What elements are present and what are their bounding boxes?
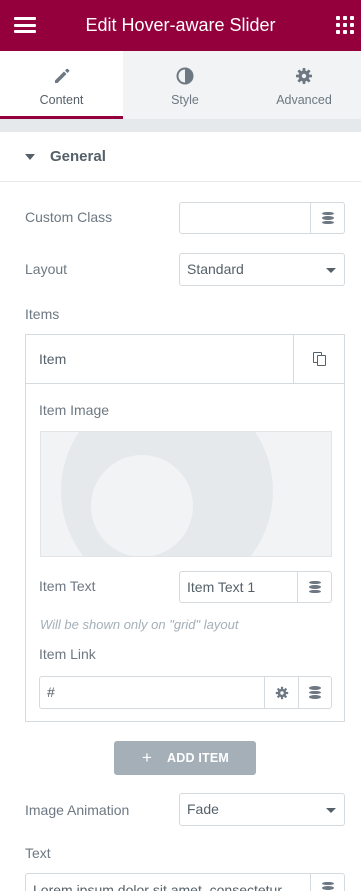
panel-title: Edit Hover-aware Slider (85, 15, 276, 35)
tab-style-label: Style (171, 93, 199, 107)
grid-icon[interactable] (336, 16, 354, 34)
panel-separator (0, 119, 361, 132)
repeater-item-title: Item (39, 351, 67, 367)
pencil-icon (54, 68, 69, 83)
image-animation-label: Image Animation (25, 802, 130, 818)
custom-class-label: Custom Class (25, 209, 113, 225)
image-animation-select[interactable]: Fade (179, 793, 345, 826)
duplicate-item-button[interactable] (293, 335, 344, 384)
item-link-input[interactable]: # (39, 676, 332, 709)
dynamic-tags-button[interactable] (297, 572, 331, 602)
custom-class-input[interactable] (179, 202, 345, 234)
chevron-down-icon (326, 268, 336, 273)
section-general-toggle[interactable]: General (0, 132, 361, 182)
item-image-label: Item Image (39, 402, 110, 418)
items-repeater: Item Item Image Item Text Item Text 1 Wi… (25, 334, 345, 722)
dynamic-tags-button[interactable] (310, 203, 344, 233)
tab-content-label: Content (39, 93, 84, 107)
text-textarea-value: Lorem ipsum dolor sit amet, consectetur (33, 882, 282, 891)
items-label: Items (25, 306, 60, 322)
half-circle-icon (176, 67, 194, 85)
dynamic-tags-button[interactable] (298, 677, 331, 708)
section-title: General (50, 148, 106, 165)
panel-tabs: Content Style Advanced (0, 51, 361, 119)
tab-content[interactable]: Content (0, 51, 123, 119)
item-link-label: Item Link (39, 646, 96, 662)
chevron-down-icon (326, 808, 336, 813)
item-text-input[interactable]: Item Text 1 (179, 571, 332, 603)
gear-icon (275, 686, 288, 699)
database-icon (321, 881, 334, 891)
repeater-item-header[interactable]: Item (26, 335, 344, 384)
caret-down-icon (25, 154, 35, 160)
item-link-value: # (47, 684, 55, 700)
image-placeholder-circle (91, 455, 193, 556)
layout-select[interactable]: Standard (179, 253, 345, 286)
plus-icon: + (142, 748, 152, 767)
dynamic-tags-button[interactable] (310, 874, 344, 891)
item-text-help: Will be shown only on "grid" layout (40, 617, 239, 632)
text-label: Text (25, 845, 51, 861)
text-textarea[interactable]: Lorem ipsum dolor sit amet, consectetur (25, 873, 345, 891)
add-item-label: ADD ITEM (167, 751, 230, 765)
add-item-button[interactable]: + ADD ITEM (114, 741, 256, 775)
database-icon (321, 211, 334, 225)
database-icon (309, 686, 321, 699)
editor-header: Edit Hover-aware Slider (0, 0, 361, 51)
layout-label: Layout (25, 261, 68, 277)
item-text-value: Item Text 1 (187, 579, 256, 595)
database-icon (308, 580, 321, 594)
tab-advanced[interactable]: Advanced (247, 51, 361, 119)
item-text-label: Item Text (39, 578, 96, 594)
copy-icon (313, 352, 326, 366)
image-animation-value: Fade (187, 801, 219, 817)
item-image-picker[interactable] (40, 431, 332, 557)
gear-icon (296, 68, 312, 84)
link-options-button[interactable] (264, 677, 298, 708)
tab-advanced-label: Advanced (276, 93, 332, 107)
layout-select-value: Standard (187, 261, 244, 277)
tab-style[interactable]: Style (123, 51, 247, 119)
